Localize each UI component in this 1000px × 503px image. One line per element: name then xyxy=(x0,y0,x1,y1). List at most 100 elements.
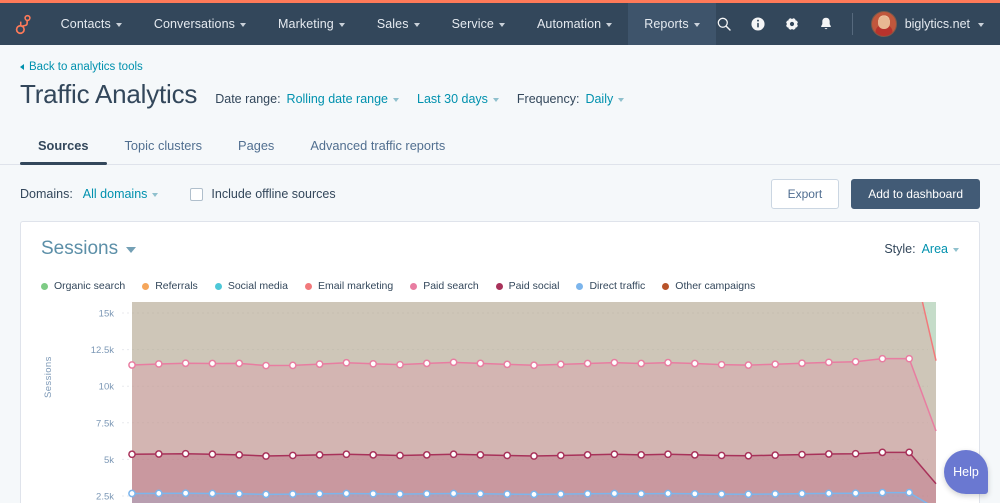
data-point[interactable] xyxy=(664,358,672,367)
nav-item-automation[interactable]: Automation xyxy=(521,3,628,45)
legend-item-paid-search[interactable]: Paid search xyxy=(410,280,479,292)
data-point[interactable] xyxy=(422,359,431,368)
account-menu[interactable]: biglytics.net xyxy=(870,11,984,37)
back-to-analytics-tools-link[interactable]: Back to analytics tools xyxy=(20,61,143,73)
data-point[interactable] xyxy=(744,451,753,460)
legend-item-paid-social[interactable]: Paid social xyxy=(495,280,559,292)
metric-select[interactable]: Sessions xyxy=(41,238,137,260)
legend-item-direct-traffic[interactable]: Direct traffic xyxy=(576,280,645,292)
data-point[interactable] xyxy=(208,450,217,459)
data-point[interactable] xyxy=(208,359,217,368)
nav-item-marketing[interactable]: Marketing xyxy=(262,3,361,45)
data-point[interactable] xyxy=(476,451,485,459)
help-button[interactable]: Help xyxy=(944,450,988,494)
data-point[interactable] xyxy=(905,354,914,363)
data-point[interactable] xyxy=(235,489,244,498)
data-point[interactable] xyxy=(798,359,806,368)
data-point[interactable] xyxy=(610,489,619,498)
nav-item-conversations[interactable]: Conversations xyxy=(138,3,262,45)
data-point[interactable] xyxy=(637,359,646,368)
data-point[interactable] xyxy=(664,450,672,459)
data-point[interactable] xyxy=(878,488,887,497)
data-point[interactable] xyxy=(905,488,914,497)
data-point[interactable] xyxy=(744,361,753,369)
data-point[interactable] xyxy=(530,490,538,499)
legend-item-referrals[interactable]: Referrals xyxy=(142,280,198,292)
data-point[interactable] xyxy=(583,359,592,368)
data-point[interactable] xyxy=(449,489,458,498)
style-select[interactable]: Area xyxy=(922,242,959,256)
data-point[interactable] xyxy=(556,490,565,498)
nav-item-service[interactable]: Service xyxy=(436,3,521,45)
data-point[interactable] xyxy=(610,358,619,367)
data-point[interactable] xyxy=(128,450,136,459)
data-point[interactable] xyxy=(556,360,565,369)
data-point[interactable] xyxy=(315,489,324,498)
data-point[interactable] xyxy=(396,451,404,460)
nav-item-contacts[interactable]: Contacts xyxy=(45,3,138,45)
hubspot-sprocket-icon[interactable] xyxy=(0,3,45,45)
data-point[interactable] xyxy=(824,358,833,367)
data-point[interactable] xyxy=(637,451,646,459)
tab-sources[interactable]: Sources xyxy=(20,128,107,165)
date-range-select[interactable]: Rolling date range xyxy=(287,92,400,106)
data-point[interactable] xyxy=(637,489,646,498)
info-icon[interactable] xyxy=(750,16,766,32)
data-point[interactable] xyxy=(342,489,351,498)
data-point[interactable] xyxy=(503,490,512,498)
search-icon[interactable] xyxy=(716,16,732,32)
data-point[interactable] xyxy=(288,490,297,498)
data-point[interactable] xyxy=(262,361,270,370)
data-point[interactable] xyxy=(690,359,699,368)
data-point[interactable] xyxy=(905,448,914,457)
data-point[interactable] xyxy=(288,451,297,460)
data-point[interactable] xyxy=(503,360,512,369)
data-point[interactable] xyxy=(717,490,726,498)
data-point[interactable] xyxy=(422,489,431,498)
data-point[interactable] xyxy=(342,450,351,459)
add-to-dashboard-button[interactable]: Add to dashboard xyxy=(851,179,980,209)
data-point[interactable] xyxy=(717,451,726,460)
data-point[interactable] xyxy=(583,451,592,459)
tab-advanced-traffic-reports[interactable]: Advanced traffic reports xyxy=(292,128,463,164)
sessions-area-chart[interactable]: 15k 12.5k 10k 7.5k 5k 2.5k xyxy=(41,302,946,503)
data-point[interactable] xyxy=(851,357,860,366)
domains-select[interactable]: All domains xyxy=(83,187,159,201)
gear-icon[interactable] xyxy=(784,16,800,32)
data-point[interactable] xyxy=(583,489,592,498)
data-point[interactable] xyxy=(342,358,351,367)
data-point[interactable] xyxy=(422,451,431,459)
frequency-select[interactable]: Daily xyxy=(585,92,625,106)
data-point[interactable] xyxy=(315,360,324,368)
data-point[interactable] xyxy=(262,452,270,460)
data-point[interactable] xyxy=(449,450,458,459)
data-point[interactable] xyxy=(824,489,833,498)
data-point[interactable] xyxy=(878,448,887,457)
data-point[interactable] xyxy=(851,449,860,458)
data-point[interactable] xyxy=(503,451,512,460)
data-point[interactable] xyxy=(530,452,538,460)
legend-item-organic-search[interactable]: Organic search xyxy=(41,280,125,292)
data-point[interactable] xyxy=(798,489,806,498)
data-point[interactable] xyxy=(288,361,297,370)
data-point[interactable] xyxy=(690,489,699,498)
nav-item-sales[interactable]: Sales xyxy=(361,3,436,45)
data-point[interactable] xyxy=(449,358,458,367)
data-point[interactable] xyxy=(396,360,404,369)
data-point[interactable] xyxy=(476,359,485,368)
data-point[interactable] xyxy=(154,489,163,498)
data-point[interactable] xyxy=(154,450,163,458)
nav-item-reports[interactable]: Reports xyxy=(628,3,716,45)
data-point[interactable] xyxy=(181,359,190,368)
data-point[interactable] xyxy=(369,359,378,368)
data-point[interactable] xyxy=(798,450,806,459)
data-point[interactable] xyxy=(610,450,619,459)
data-point[interactable] xyxy=(235,359,244,368)
data-point[interactable] xyxy=(771,451,780,460)
data-point[interactable] xyxy=(181,449,190,458)
data-point[interactable] xyxy=(262,490,270,499)
export-button[interactable]: Export xyxy=(770,179,840,209)
tab-pages[interactable]: Pages xyxy=(220,128,292,164)
data-point[interactable] xyxy=(556,451,565,460)
data-point[interactable] xyxy=(476,489,485,498)
